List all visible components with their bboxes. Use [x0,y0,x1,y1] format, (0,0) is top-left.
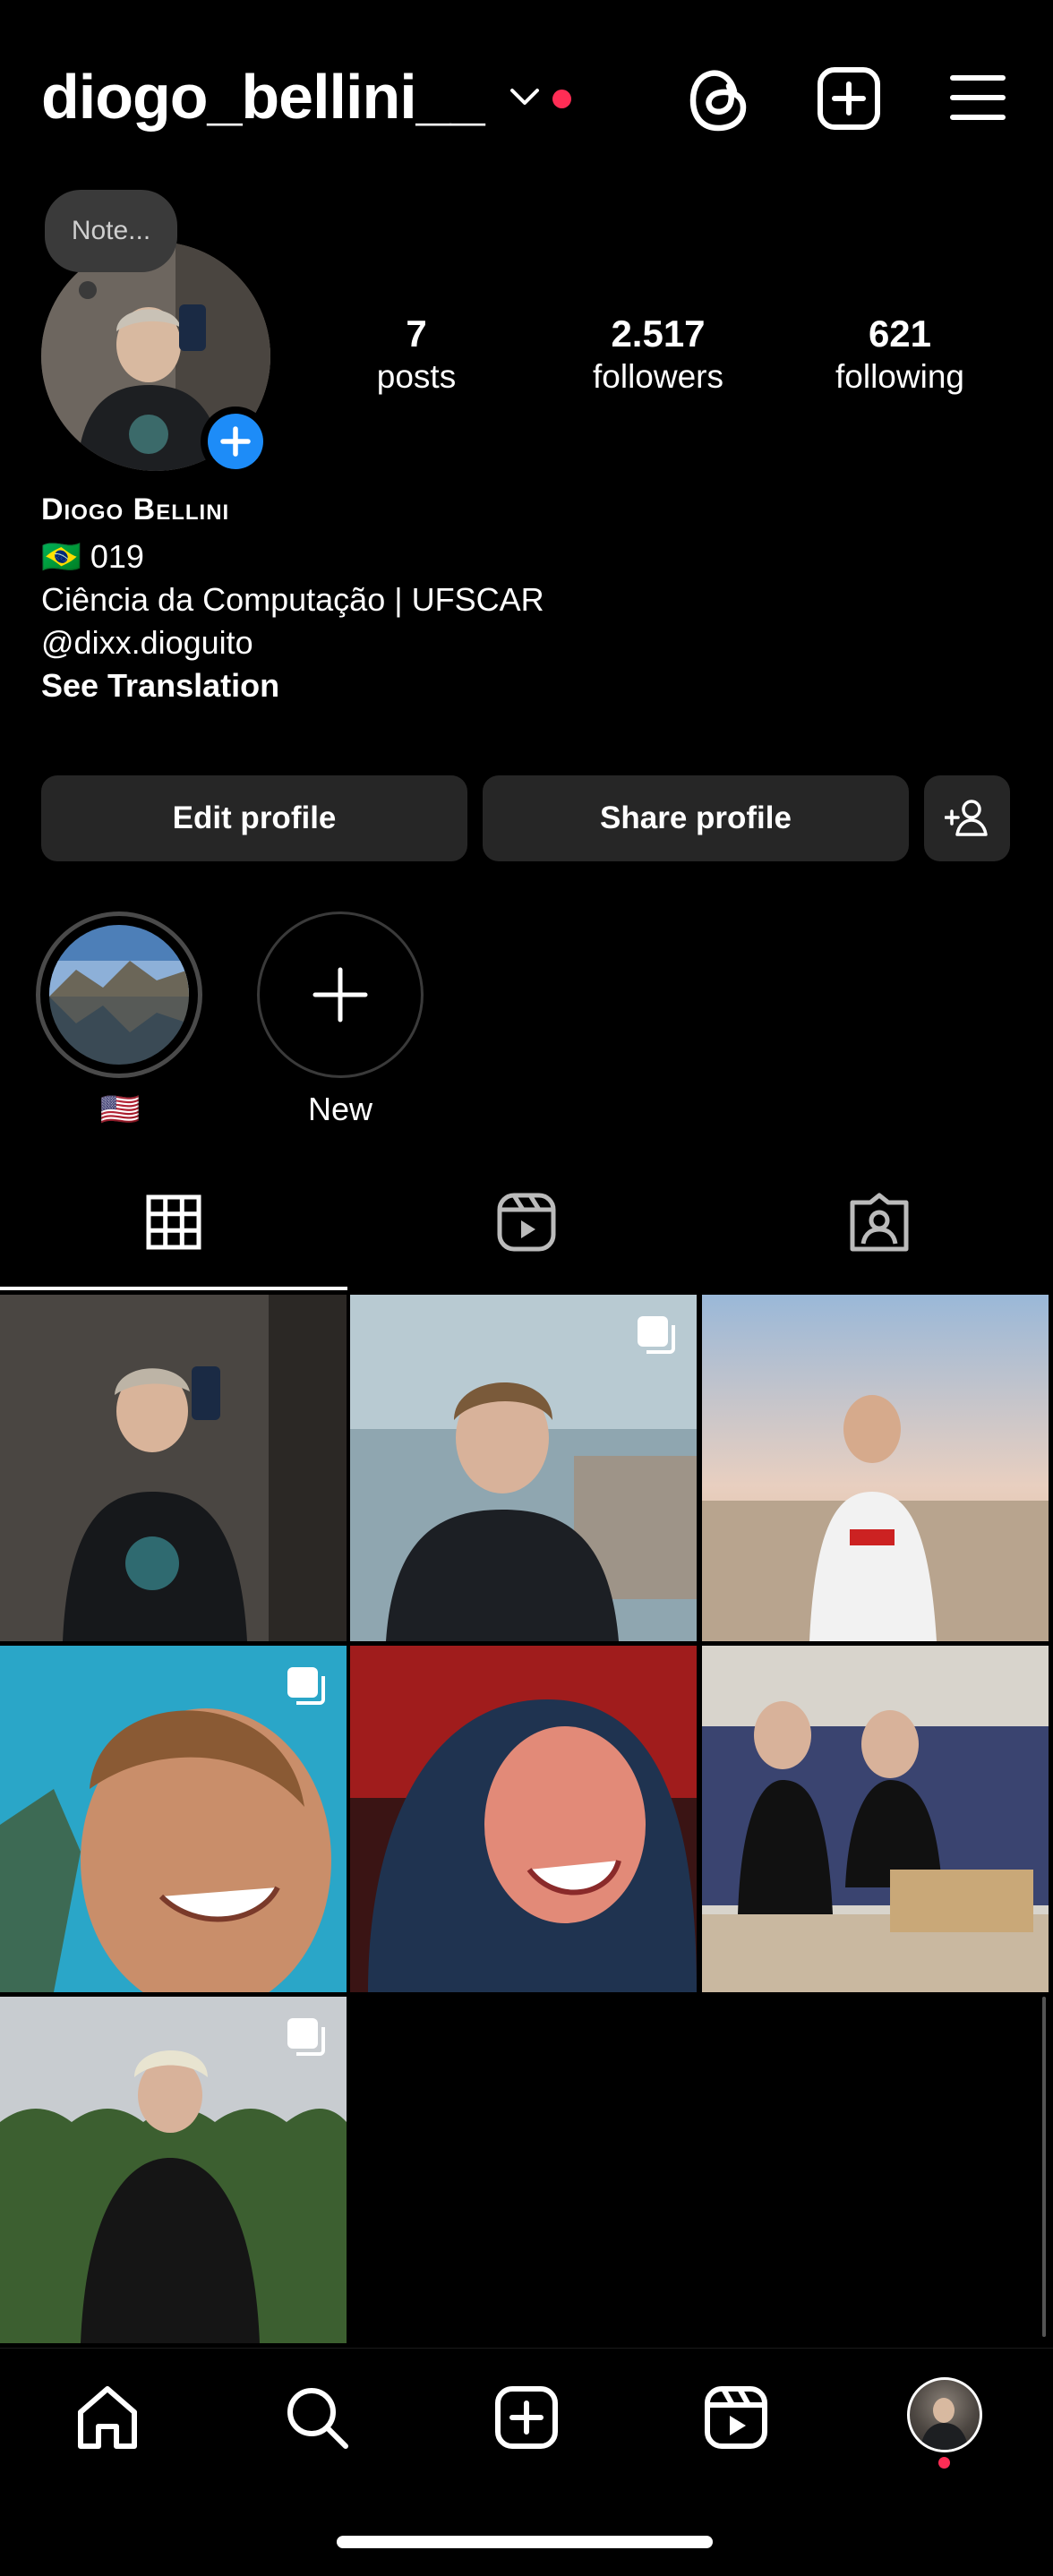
multiple-posts-icon [286,2016,327,2058]
create-icon[interactable] [484,2375,569,2460]
active-tab-indicator [0,1287,347,1290]
tab-tagged[interactable] [706,1155,1053,1289]
see-translation-link[interactable]: See Translation [41,664,279,707]
notification-dot [938,2457,950,2469]
grid-icon [146,1194,201,1250]
tab-reels[interactable] [353,1155,700,1289]
multiple-posts-icon [286,1665,327,1707]
scrollbar[interactable] [1042,1997,1046,2337]
share-profile-button[interactable]: Share profile [483,775,909,861]
bio-line: Ciência da Computação | UFSCAR [41,581,544,618]
reels-icon [497,1193,556,1252]
stat-value: 2.517 [611,312,706,355]
highlight-thumbnail [49,925,189,1065]
highlight-label: 🇺🇸 [99,1091,141,1127]
search-icon[interactable] [274,2375,360,2460]
reels-icon[interactable] [693,2375,779,2460]
note-bubble-tail [79,281,97,299]
new-highlight-button[interactable] [257,911,424,1078]
post-thumbnail[interactable] [702,1646,1049,1992]
highlight-story[interactable] [36,911,202,1078]
tab-grid[interactable] [0,1155,347,1289]
stat-label: following [835,358,964,395]
post-thumbnail[interactable] [0,1997,347,2343]
highlight-label: New [307,1091,373,1127]
edit-profile-button[interactable]: Edit profile [41,775,467,861]
following-count[interactable]: 621 following [792,312,1007,398]
multiple-posts-icon [636,1314,677,1356]
stat-label: followers [593,358,723,395]
posts-count[interactable]: 7 posts [309,312,524,398]
bio-line: 🇧🇷 019 [41,538,144,575]
add-story-button[interactable] [201,407,270,476]
tagged-icon [850,1193,909,1252]
new-post-icon[interactable] [817,66,881,131]
stat-value: 621 [868,312,932,355]
note-placeholder: Note... [71,216,151,245]
post-thumbnail[interactable] [350,1646,697,1992]
post-thumbnail[interactable] [0,1646,347,1992]
bio-mention-link[interactable]: @dixx.dioguito [41,621,253,664]
followers-count[interactable]: 2.517 followers [551,312,766,398]
home-icon[interactable] [64,2375,150,2460]
home-indicator[interactable] [337,2536,713,2548]
post-thumbnail[interactable] [702,1295,1049,1641]
stat-value: 7 [406,312,427,355]
stat-label: posts [376,358,457,395]
profile-full-name: Diogo Bellini [41,492,230,526]
profile-avatar[interactable] [907,2377,982,2452]
menu-icon[interactable] [949,73,1006,122]
notification-dot [552,90,571,108]
post-thumbnail[interactable] [350,1295,697,1641]
plus-icon [208,414,263,469]
threads-icon[interactable] [688,64,750,134]
note-bubble[interactable]: Note... [45,190,177,272]
chevron-down-icon[interactable] [509,86,541,107]
post-thumbnail[interactable] [0,1295,347,1641]
add-person-icon[interactable] [924,775,1010,861]
profile-username[interactable]: diogo_bellini__ [41,61,485,133]
plus-icon [312,967,368,1023]
